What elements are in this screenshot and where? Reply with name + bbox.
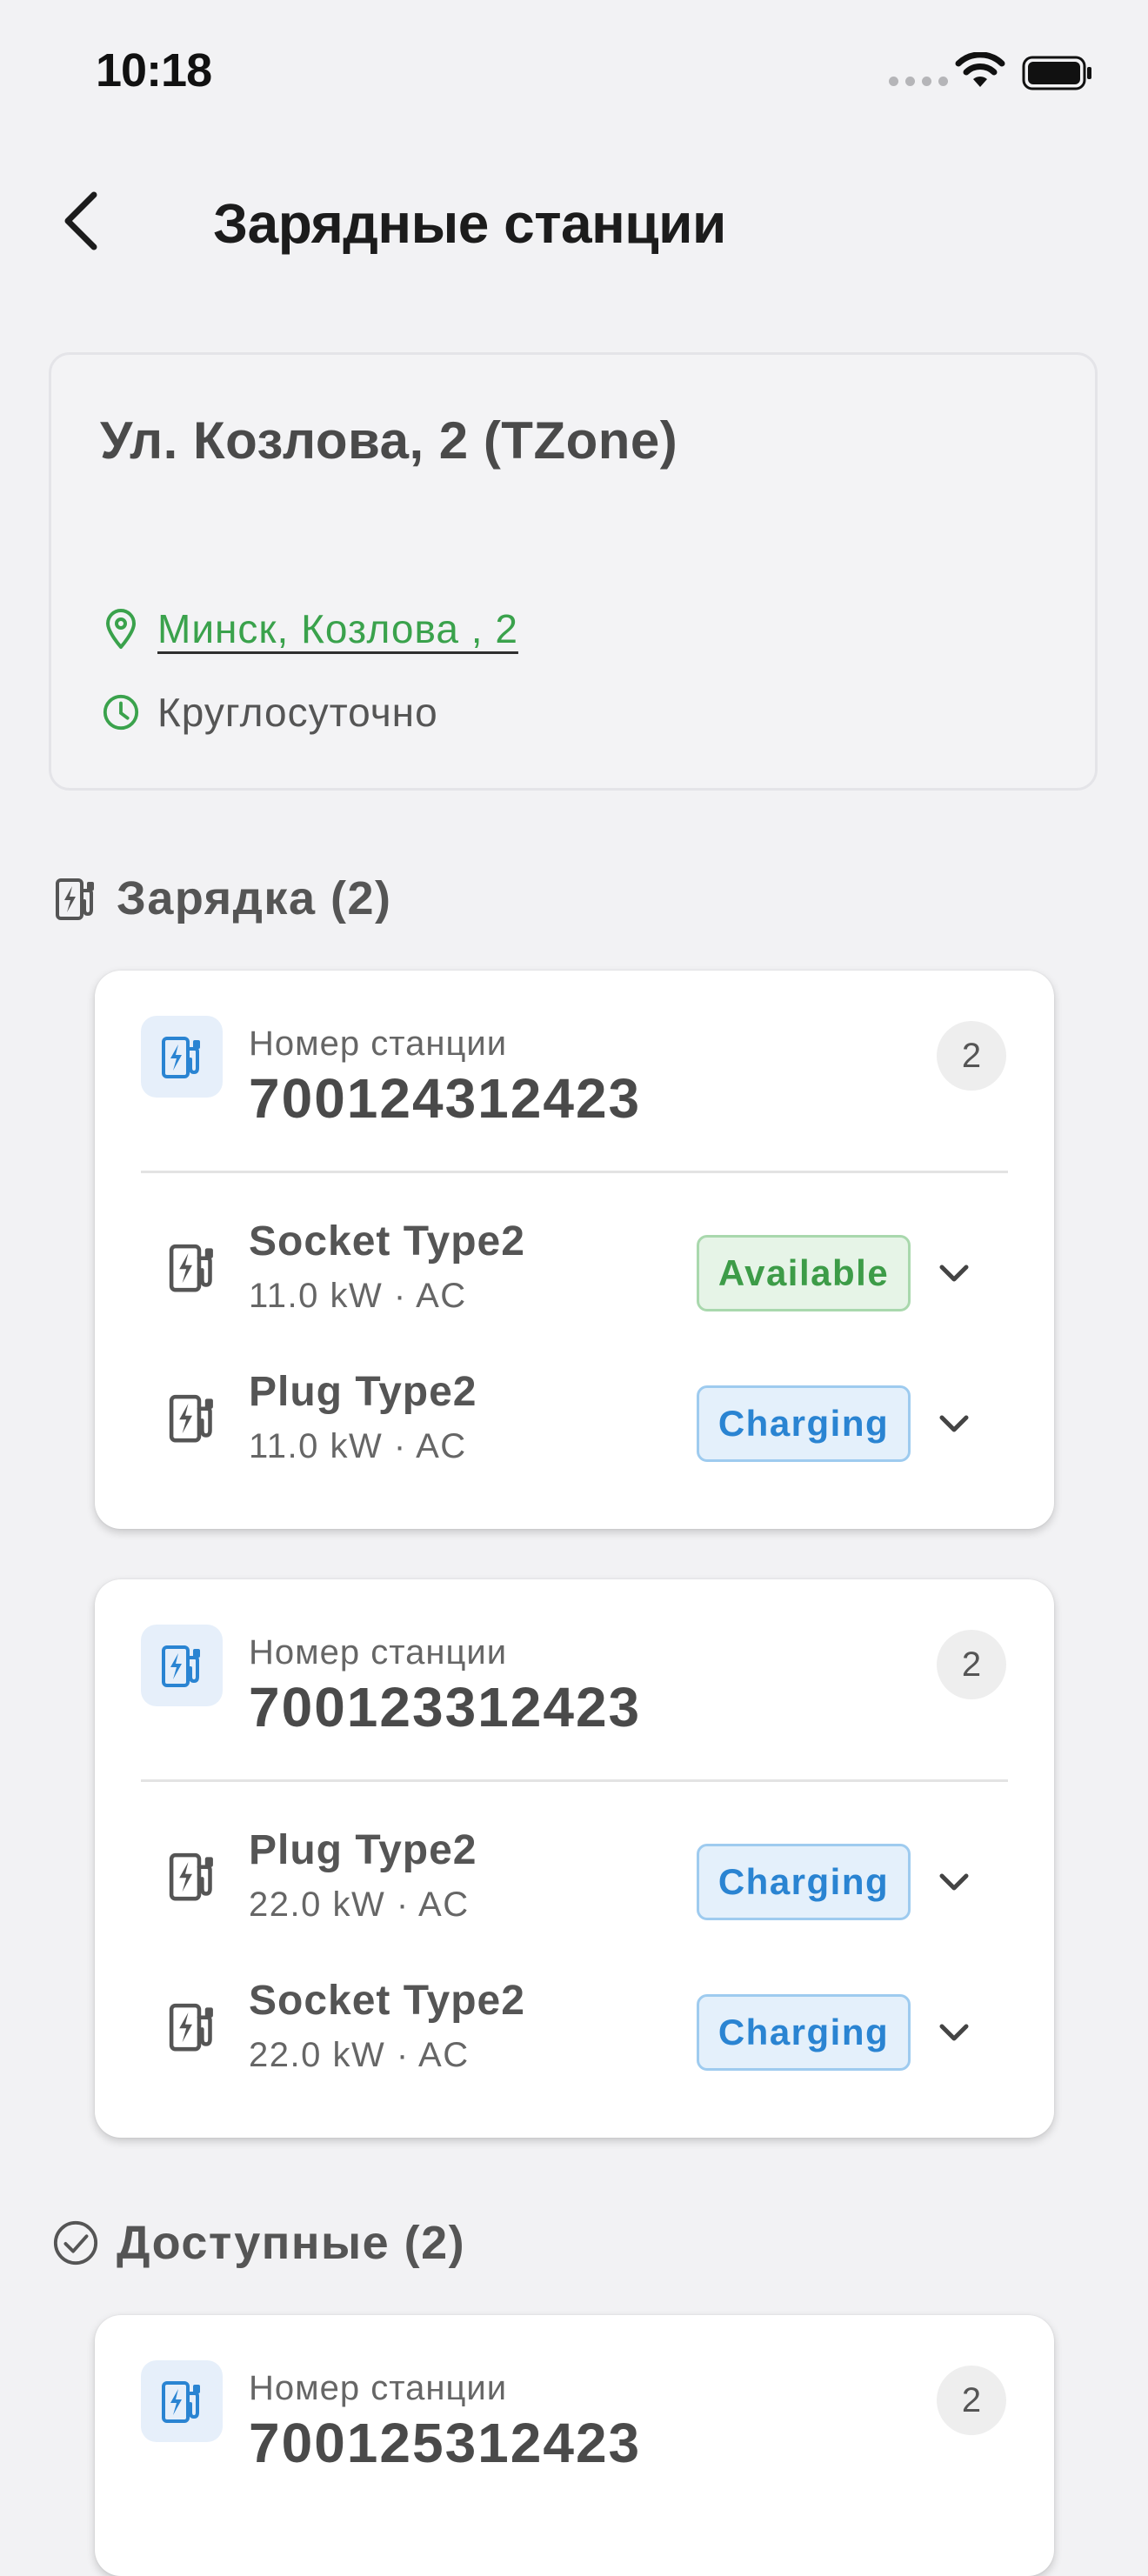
connector-spec: 11.0 kW · AC bbox=[249, 1427, 467, 1465]
wifi-icon bbox=[955, 52, 1005, 87]
hours-row: Круглосуточно bbox=[102, 689, 438, 736]
connector-row[interactable]: Plug Type2 22.0 kW · AC Charging bbox=[95, 1816, 1054, 1938]
ev-station-icon bbox=[52, 872, 99, 924]
address-link[interactable]: Минск, Козлова , 2 bbox=[157, 605, 518, 652]
station-number-label: Номер станции bbox=[249, 2369, 508, 2407]
status-badge: Available bbox=[697, 1235, 911, 1311]
ev-plug-icon bbox=[169, 1244, 213, 1292]
back-button[interactable] bbox=[52, 188, 113, 254]
section-available-title: Доступные (2) bbox=[117, 2217, 466, 2269]
location-name: Ул. Козлова, 2 (TZone) bbox=[100, 411, 678, 470]
connector-row[interactable]: Socket Type2 11.0 kW · AC Available bbox=[95, 1207, 1054, 1329]
section-available: Доступные (2) bbox=[52, 2216, 465, 2270]
station-number: 700123312423 bbox=[249, 1676, 642, 1738]
opening-hours: Круглосуточно bbox=[157, 690, 438, 735]
station-card: Номер станции 700123312423 2 Plug Type2 … bbox=[95, 1579, 1054, 2138]
station-number-label: Номер станции bbox=[249, 1024, 508, 1063]
status-bar: 10:18 bbox=[0, 0, 1148, 148]
section-charging-title: Зарядка (2) bbox=[117, 872, 392, 924]
chevron-down-icon[interactable] bbox=[935, 2013, 973, 2052]
station-icon bbox=[141, 2360, 223, 2442]
location-card: Ул. Козлова, 2 (TZone) Минск, Козлова , … bbox=[49, 352, 1098, 791]
clock-icon bbox=[102, 691, 140, 733]
page-title: Зарядные станции bbox=[213, 192, 726, 255]
connector-name: Socket Type2 bbox=[249, 1978, 525, 2024]
ev-plug-icon bbox=[169, 2003, 213, 2052]
chevron-down-icon[interactable] bbox=[935, 1863, 973, 1901]
connector-row[interactable]: Socket Type2 22.0 kW · AC Charging bbox=[95, 1966, 1054, 2088]
connector-count-badge: 2 bbox=[937, 1630, 1006, 1699]
connector-spec: 22.0 kW · AC bbox=[249, 2036, 470, 2074]
connector-name: Socket Type2 bbox=[249, 1218, 525, 1265]
connector-name: Plug Type2 bbox=[249, 1827, 477, 1873]
cellular-signal-icon bbox=[889, 77, 948, 86]
ev-plug-icon bbox=[169, 1394, 213, 1443]
section-charging: Зарядка (2) bbox=[52, 871, 391, 925]
connector-name: Plug Type2 bbox=[249, 1369, 477, 1415]
status-badge: Charging bbox=[697, 1994, 911, 2071]
connector-spec: 22.0 kW · AC bbox=[249, 1885, 470, 1924]
status-badge: Charging bbox=[697, 1385, 911, 1462]
connector-row[interactable]: Plug Type2 11.0 kW · AC Charging bbox=[95, 1358, 1054, 1479]
connector-count-badge: 2 bbox=[937, 1021, 1006, 1091]
connector-spec: 11.0 kW · AC bbox=[249, 1277, 467, 1315]
station-card: Номер станции 700124312423 2 Socket Type… bbox=[95, 971, 1054, 1529]
station-number: 700124312423 bbox=[249, 1067, 642, 1130]
station-icon bbox=[141, 1016, 223, 1098]
divider bbox=[141, 1779, 1008, 1782]
check-circle-icon bbox=[52, 2217, 99, 2269]
connector-count-badge: 2 bbox=[937, 2366, 1006, 2435]
station-number: 700125312423 bbox=[249, 2412, 642, 2474]
status-badge: Charging bbox=[697, 1844, 911, 1920]
status-time: 10:18 bbox=[96, 44, 212, 97]
station-card: Номер станции 700125312423 2 bbox=[95, 2315, 1054, 2576]
chevron-down-icon[interactable] bbox=[935, 1405, 973, 1443]
station-number-label: Номер станции bbox=[249, 1633, 508, 1672]
ev-plug-icon bbox=[169, 1852, 213, 1901]
station-icon bbox=[141, 1625, 223, 1706]
nav-header: Зарядные станции bbox=[0, 165, 1148, 278]
divider bbox=[141, 1171, 1008, 1173]
battery-icon bbox=[1022, 56, 1091, 90]
chevron-down-icon[interactable] bbox=[935, 1254, 973, 1292]
address-row: Минск, Козлова , 2 bbox=[102, 605, 518, 652]
location-pin-icon bbox=[102, 608, 140, 650]
